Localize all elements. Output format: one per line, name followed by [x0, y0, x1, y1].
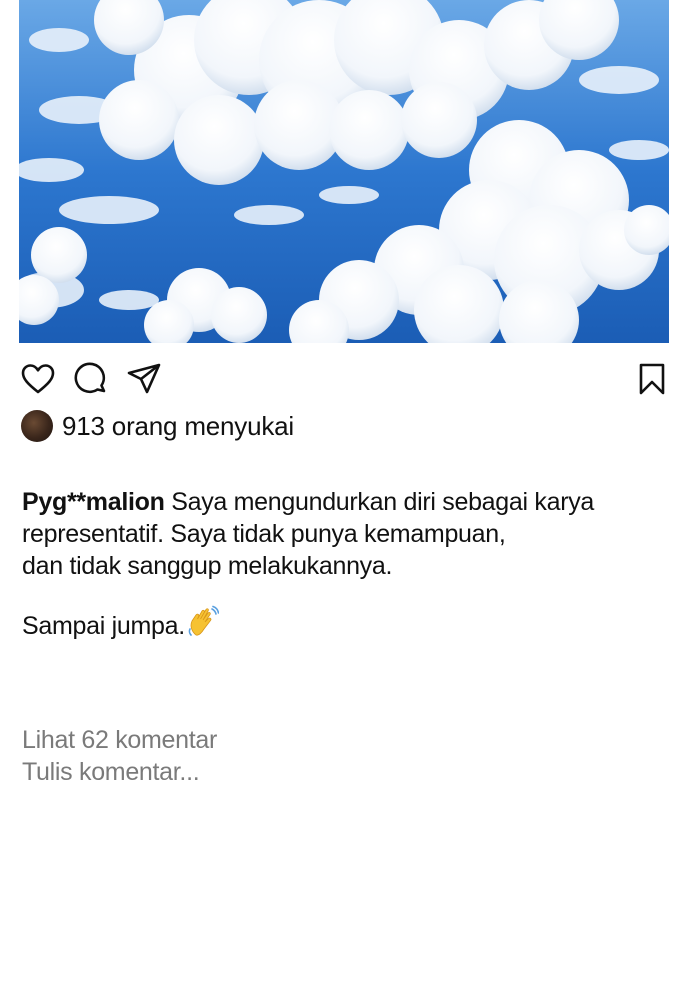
- heart-icon: [21, 364, 55, 394]
- comment-button[interactable]: [72, 360, 110, 398]
- bookmark-icon: [639, 363, 665, 395]
- write-comment-input[interactable]: Tulis komentar...: [22, 756, 217, 788]
- share-button[interactable]: [125, 360, 163, 398]
- clouds-illustration: [19, 0, 669, 343]
- caption-second-paragraph: Sampai jumpa.: [22, 605, 662, 647]
- post-caption: Pyg**malion Saya mengundurkan diri sebag…: [22, 486, 662, 647]
- comments-section: Lihat 62 komentar Tulis komentar...: [22, 724, 217, 788]
- like-button[interactable]: [19, 360, 57, 398]
- avatar[interactable]: [21, 410, 53, 442]
- caption-line-3: dan tidak sanggup melakukannya.: [22, 552, 393, 580]
- comment-bubble-icon: [74, 362, 106, 394]
- caption-username[interactable]: Pyg**malion: [22, 488, 165, 516]
- action-bar: [19, 360, 671, 398]
- likes-row[interactable]: 913 orang menyukai: [21, 408, 294, 444]
- caption-first-paragraph: Pyg**malion Saya mengundurkan diri sebag…: [22, 486, 662, 582]
- likes-count[interactable]: 913 orang menyukai: [62, 411, 294, 442]
- waving-hand-icon: [187, 605, 220, 647]
- bookmark-button[interactable]: [633, 360, 671, 398]
- view-comments-link[interactable]: Lihat 62 komentar: [22, 724, 217, 756]
- caption-line-2: representatif. Saya tidak punya kemampua…: [22, 520, 506, 548]
- post-image[interactable]: [19, 0, 669, 343]
- caption-line-4: Sampai jumpa.: [22, 612, 185, 640]
- paper-plane-icon: [127, 363, 161, 394]
- caption-line-1: Saya mengundurkan diri sebagai karya: [164, 488, 595, 516]
